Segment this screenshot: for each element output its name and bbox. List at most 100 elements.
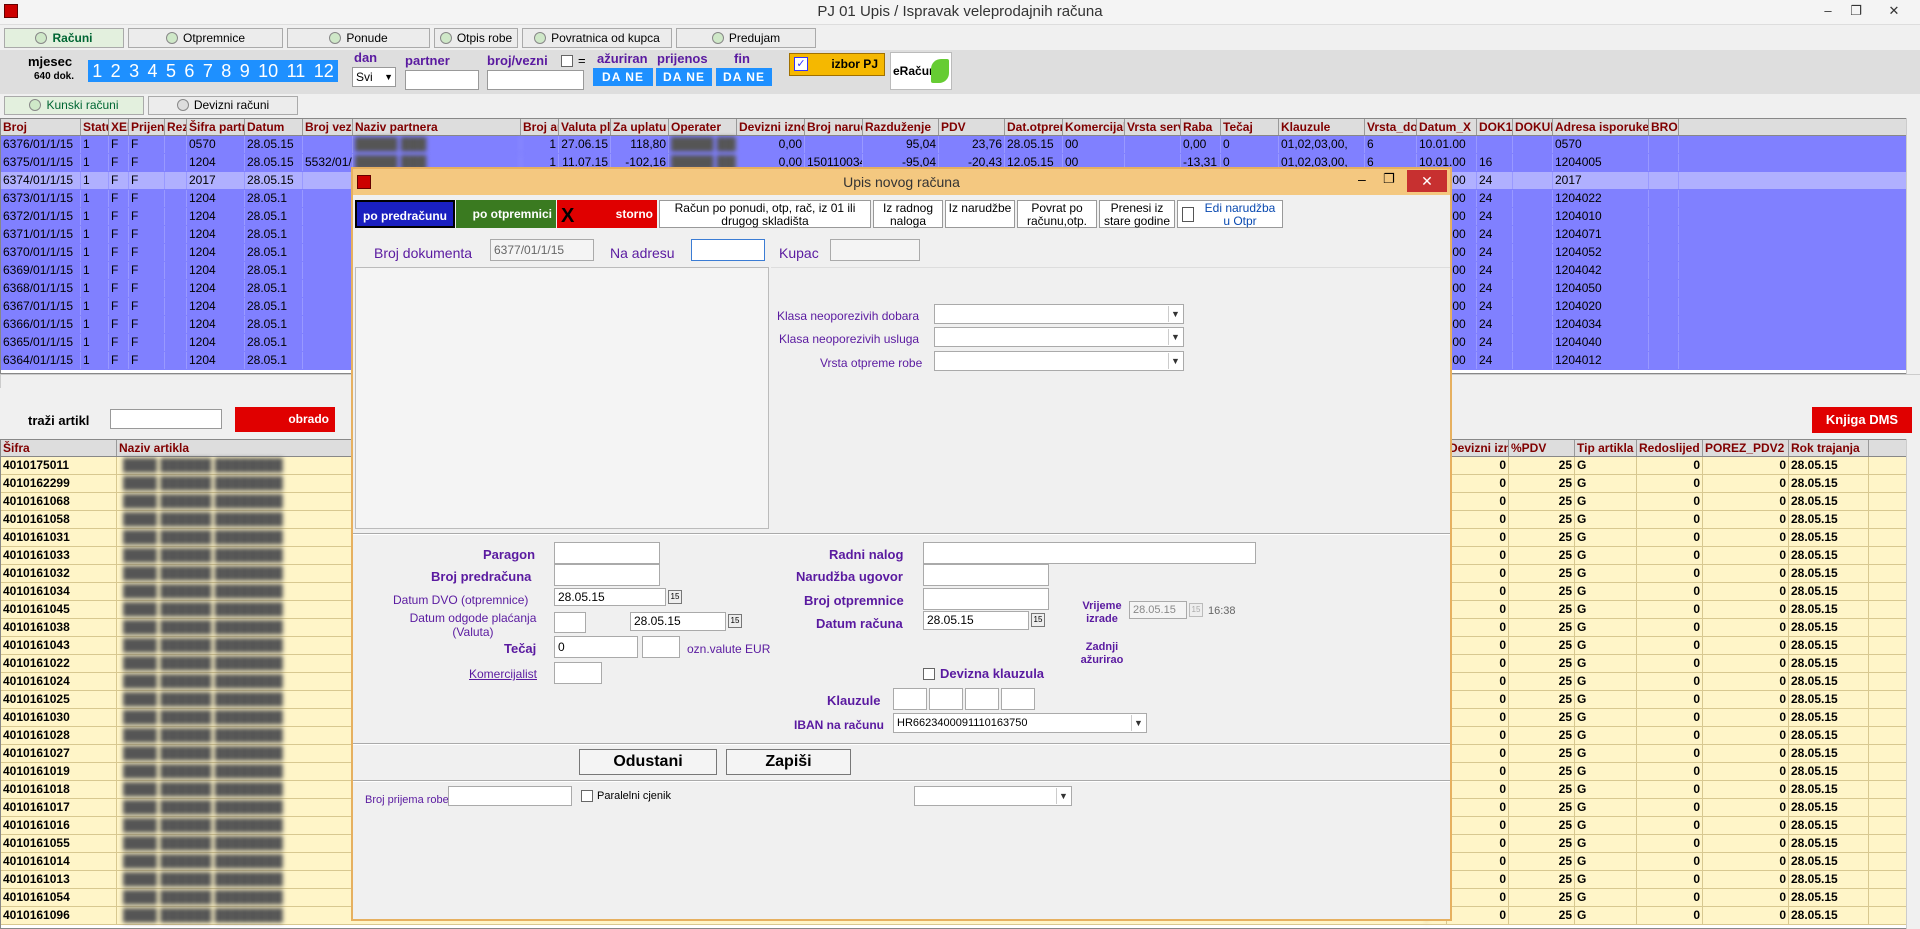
column-header[interactable]: Dat.otpremn — [1005, 119, 1063, 135]
broj-vezni-checkbox[interactable] — [561, 55, 573, 67]
column-header[interactable]: Raba — [1181, 119, 1221, 135]
vrsta-otpreme-select[interactable]: ▼ — [934, 351, 1184, 371]
month-3[interactable]: 3 — [129, 60, 139, 82]
column-header[interactable]: XED — [109, 119, 129, 135]
trazi-artikl-input[interactable] — [110, 409, 222, 429]
izbor-pj-button[interactable]: ✓ izbor PJ — [789, 53, 885, 76]
na-adresu-input[interactable] — [691, 239, 765, 261]
datum-racuna-input[interactable]: 28.05.15 — [923, 611, 1029, 630]
klauzula-4-input[interactable] — [1001, 688, 1035, 710]
column-header[interactable]: Devizni iznos — [737, 119, 805, 135]
tab-otpis-robe[interactable]: Otpis robe — [434, 28, 518, 48]
klasa-usluga-select[interactable]: ▼ — [934, 327, 1184, 347]
column-header[interactable]: Naziv partnera — [353, 119, 521, 135]
paragon-input[interactable] — [554, 542, 660, 564]
komercijalist-link[interactable]: Komercijalist — [469, 667, 537, 681]
prenesi-button[interactable]: Prenesi iz stare godine — [1099, 200, 1175, 228]
da-option[interactable]: DA — [602, 70, 621, 84]
column-header[interactable]: Šifra — [1, 440, 117, 456]
column-header[interactable]: Broj — [1, 119, 81, 135]
column-header[interactable]: Šifra partne — [187, 119, 245, 135]
tab-otpremnice[interactable]: Otpremnice — [128, 28, 283, 48]
storno-button[interactable]: Xstorno — [557, 200, 657, 228]
close-button[interactable]: ✕ — [1883, 2, 1905, 20]
calendar-icon[interactable]: 15 — [728, 614, 742, 628]
odustani-button[interactable]: Odustani — [579, 749, 717, 775]
radni-nalog-input[interactable] — [923, 542, 1256, 564]
column-header[interactable]: Klauzule — [1279, 119, 1365, 135]
column-header[interactable]: Broj vezni — [303, 119, 353, 135]
dialog-maximize-button[interactable]: ❐ — [1383, 171, 1395, 187]
iz-narudzbe-button[interactable]: Iz narudžbe — [945, 200, 1015, 228]
month-7[interactable]: 7 — [203, 60, 213, 82]
maximize-button[interactable]: ❐ — [1845, 2, 1867, 20]
zapisi-button[interactable]: Zapiši — [726, 749, 851, 775]
column-header[interactable]: Datum_X — [1417, 119, 1477, 135]
da-option[interactable]: DA — [723, 70, 742, 84]
month-8[interactable]: 8 — [221, 60, 231, 82]
broj-predracuna-input[interactable] — [554, 564, 660, 586]
month-4[interactable]: 4 — [148, 60, 158, 82]
tecaj-input[interactable]: 0 — [554, 636, 638, 658]
month-2[interactable]: 2 — [111, 60, 121, 82]
month-1[interactable]: 1 — [92, 60, 102, 82]
racun-po-ponudi-button[interactable]: Račun po ponudi, otp, rač, iz 01 ili dru… — [659, 200, 871, 228]
column-header[interactable]: Razduženje — [863, 119, 939, 135]
klauzula-3-input[interactable] — [965, 688, 999, 710]
dialog-close-button[interactable]: ✕ — [1407, 170, 1447, 192]
column-header[interactable]: POREZ_PDV2 — [1703, 440, 1789, 456]
column-header[interactable]: DOK1 — [1477, 119, 1513, 135]
month-9[interactable]: 9 — [240, 60, 250, 82]
ne-option[interactable]: NE — [746, 70, 765, 84]
column-header[interactable]: Rok trajanja — [1789, 440, 1869, 456]
vertical-scrollbar[interactable] — [1906, 439, 1920, 929]
komercijalist-input[interactable] — [554, 662, 602, 684]
tab-racuni[interactable]: Računi — [4, 28, 124, 48]
datum-dvo-input[interactable]: 28.05.15 — [554, 588, 666, 606]
column-header[interactable]: Broj art — [521, 119, 559, 135]
column-header[interactable]: Vrsta_do — [1365, 119, 1417, 135]
iban-select[interactable]: HR6623400091110163750 ▼ — [893, 713, 1147, 733]
column-header[interactable]: Datum — [245, 119, 303, 135]
kupac-input[interactable] — [830, 239, 920, 261]
column-header[interactable]: Valuta pla — [559, 119, 611, 135]
column-header[interactable]: Devizni izn — [1447, 440, 1509, 456]
broj-otpremnice-input[interactable] — [923, 588, 1049, 610]
narudzba-ugovor-input[interactable] — [923, 564, 1049, 586]
month-12[interactable]: 12 — [314, 60, 334, 82]
povrat-button[interactable]: Povrat po računu,otp. — [1017, 200, 1097, 228]
month-11[interactable]: 11 — [287, 60, 306, 82]
vertical-scrollbar[interactable] — [1906, 118, 1920, 374]
month-5[interactable]: 5 — [166, 60, 176, 82]
table-row[interactable]: 6376/01/1/15 1 F F 0570 28.05.15 █████ ███ 1 27.… — [1, 136, 1907, 154]
tab-povratnica[interactable]: Povratnica od kupca — [522, 28, 672, 48]
ne-option[interactable]: NE — [686, 70, 705, 84]
column-header[interactable]: Komercijal — [1063, 119, 1125, 135]
fin-da-ne[interactable]: DA NE — [716, 68, 772, 86]
prijenos-da-ne[interactable]: DA NE — [656, 68, 712, 86]
column-header[interactable]: %PDV — [1509, 440, 1575, 456]
knjiga-dms-button[interactable]: Knjiga DMS — [1812, 407, 1912, 433]
iz-radnog-naloga-button[interactable]: Iz radnog naloga — [873, 200, 943, 228]
paralelni-cjenik-select[interactable]: ▼ — [914, 786, 1072, 806]
column-header[interactable]: Za uplatu — [611, 119, 669, 135]
month-6[interactable]: 6 — [184, 60, 194, 82]
column-header[interactable]: BROJ — [1649, 119, 1679, 135]
po-predracunu-button[interactable]: po predračunu — [355, 200, 455, 228]
column-header[interactable]: Tečaj — [1221, 119, 1279, 135]
minimize-button[interactable]: – — [1817, 2, 1839, 20]
column-header[interactable]: Prijeno — [129, 119, 165, 135]
calendar-icon[interactable]: 15 — [668, 590, 682, 604]
column-header[interactable]: Statu — [81, 119, 109, 135]
paralelni-cjenik-checkbox[interactable] — [581, 790, 593, 802]
da-option[interactable]: DA — [663, 70, 682, 84]
broj-vezni-input[interactable] — [487, 70, 584, 90]
datum-odgode-input[interactable]: 28.05.15 — [630, 612, 726, 631]
column-header[interactable]: Broj narudžb — [805, 119, 863, 135]
klauzula-2-input[interactable] — [929, 688, 963, 710]
month-10[interactable]: 10 — [258, 60, 278, 82]
tab-kunski-racuni[interactable]: Kunski računi — [4, 96, 144, 115]
devizna-klauzula-checkbox[interactable] — [923, 668, 935, 680]
column-header[interactable]: Tip artikla — [1575, 440, 1637, 456]
azuriran-da-ne[interactable]: DA NE — [593, 68, 653, 86]
